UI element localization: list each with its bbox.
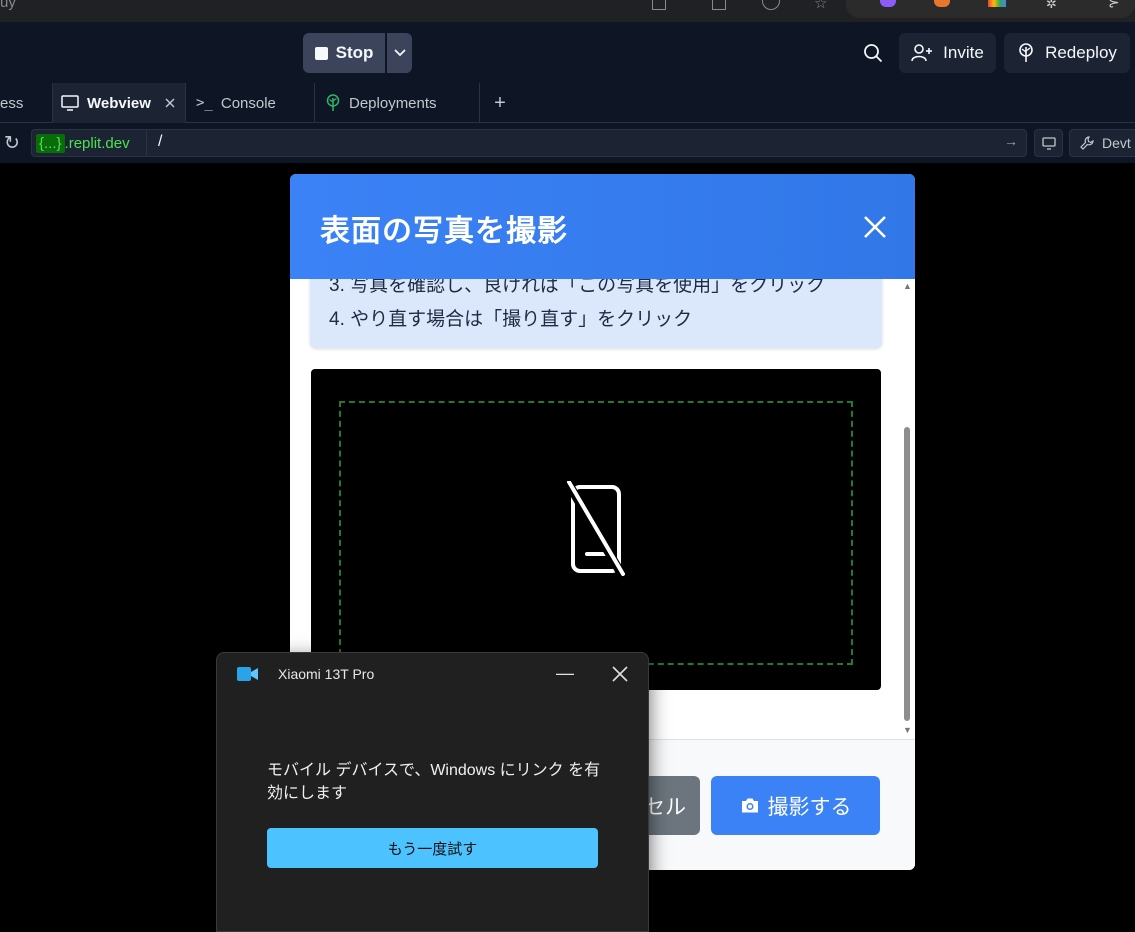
scrollbar-thumb[interactable] [904, 427, 910, 721]
modal-title: 表面の写真を撮影 [320, 215, 568, 248]
wrench-icon [1080, 136, 1094, 150]
scroll-up-icon[interactable]: ▲ [903, 281, 912, 291]
add-user-icon [911, 44, 933, 62]
tab-webview[interactable]: Webview [53, 83, 186, 123]
monitor-icon [61, 95, 79, 111]
extension-icon[interactable] [988, 0, 1006, 7]
close-icon[interactable] [862, 214, 888, 240]
url-path[interactable]: / [158, 133, 162, 151]
popup-message: モバイル デバイスで、Windows にリンク を有効にします [267, 762, 601, 802]
tab-bar: ess Webview >_ Console Deployments + [0, 83, 1135, 123]
instruction-step: 4. やり直す場合は「撮り直す」をクリック [329, 309, 693, 330]
deploy-tree-icon [326, 94, 340, 111]
video-camera-icon [237, 667, 258, 681]
tab-label: Webview [87, 94, 151, 112]
retry-button[interactable]: もう一度試す [267, 828, 598, 868]
devtools-button[interactable]: Devt [1069, 129, 1135, 157]
workspace-header: Stop Invite Redeploy [0, 22, 1135, 83]
tab-label: Console [220, 94, 276, 112]
scroll-down-icon[interactable]: ▼ [903, 725, 912, 735]
close-icon[interactable] [610, 664, 630, 684]
terminal-icon: >_ [196, 95, 213, 111]
tab-label: Deployments [349, 94, 437, 112]
phone-link-popup: Xiaomi 13T Pro — モバイル デバイスで、Windows にリンク… [216, 652, 649, 932]
url-input[interactable]: {...} .replit.dev / → [31, 129, 1027, 157]
stop-icon [314, 46, 328, 60]
minimize-icon: — [556, 663, 574, 683]
stop-label: Stop [335, 43, 374, 62]
camera-icon [741, 798, 758, 813]
modal-scrollbar[interactable]: ▲ ▼ [900, 279, 915, 739]
refresh-icon: ↻ [4, 132, 20, 154]
invite-label: Invite [943, 43, 984, 62]
capture-label: 撮影する [767, 795, 852, 819]
camera-preview [311, 369, 881, 690]
redeploy-label: Redeploy [1045, 43, 1117, 62]
split-view-icon[interactable] [712, 0, 726, 10]
mobile-off-icon [565, 481, 626, 577]
invite-button[interactable]: Invite [899, 33, 996, 73]
refresh-button[interactable]: ↻ [0, 130, 24, 156]
minimize-button[interactable]: — [555, 663, 575, 683]
url-host: {...} .replit.dev [36, 133, 130, 154]
search-icon [864, 44, 883, 63]
chevron-down-icon [393, 49, 406, 57]
arrow-right-icon[interactable]: → [1004, 133, 1018, 149]
browser-strip: uy ☆ ✲ ⊱ [0, 0, 1135, 22]
popup-title: Xiaomi 13T Pro [278, 666, 375, 682]
webview-toolbar: ↻ {...} .replit.dev / → Devt [0, 123, 1135, 163]
plus-icon: + [494, 91, 506, 114]
devtools-label: Devt [1102, 135, 1131, 151]
browser-url-fragment: uy [0, 0, 16, 11]
url-host-domain: .replit.dev [64, 135, 130, 152]
search-button[interactable] [855, 34, 891, 72]
run-options-dropdown[interactable] [387, 33, 412, 73]
deploy-tree-icon [1019, 43, 1033, 62]
tab-preview[interactable]: ess [0, 83, 53, 123]
device-preview-button[interactable] [1034, 129, 1063, 157]
tab-console[interactable]: >_ Console [186, 83, 315, 123]
redeploy-button[interactable]: Redeploy [1004, 33, 1130, 73]
url-host-brace: {...} [36, 134, 65, 153]
add-tab-button[interactable]: + [490, 83, 510, 123]
url-divider [146, 130, 147, 156]
close-icon[interactable] [165, 98, 175, 108]
puzzle-icon[interactable]: ✲ [1046, 0, 1057, 12]
monitor-icon [1041, 136, 1056, 150]
stop-button[interactable]: Stop [303, 33, 385, 73]
capture-button[interactable]: 撮影する [711, 776, 880, 835]
retry-label: もう一度試す [387, 840, 478, 858]
reading-list-icon[interactable]: ⊱ [1108, 0, 1120, 11]
tab-label: ess [0, 94, 24, 112]
tab-deployments[interactable]: Deployments [315, 83, 480, 123]
star-icon[interactable]: ☆ [814, 0, 827, 12]
modal-header: 表面の写真を撮影 [290, 174, 915, 279]
circle-icon[interactable] [762, 0, 780, 10]
run-control: Stop [303, 33, 412, 73]
window-icon[interactable] [652, 0, 666, 10]
